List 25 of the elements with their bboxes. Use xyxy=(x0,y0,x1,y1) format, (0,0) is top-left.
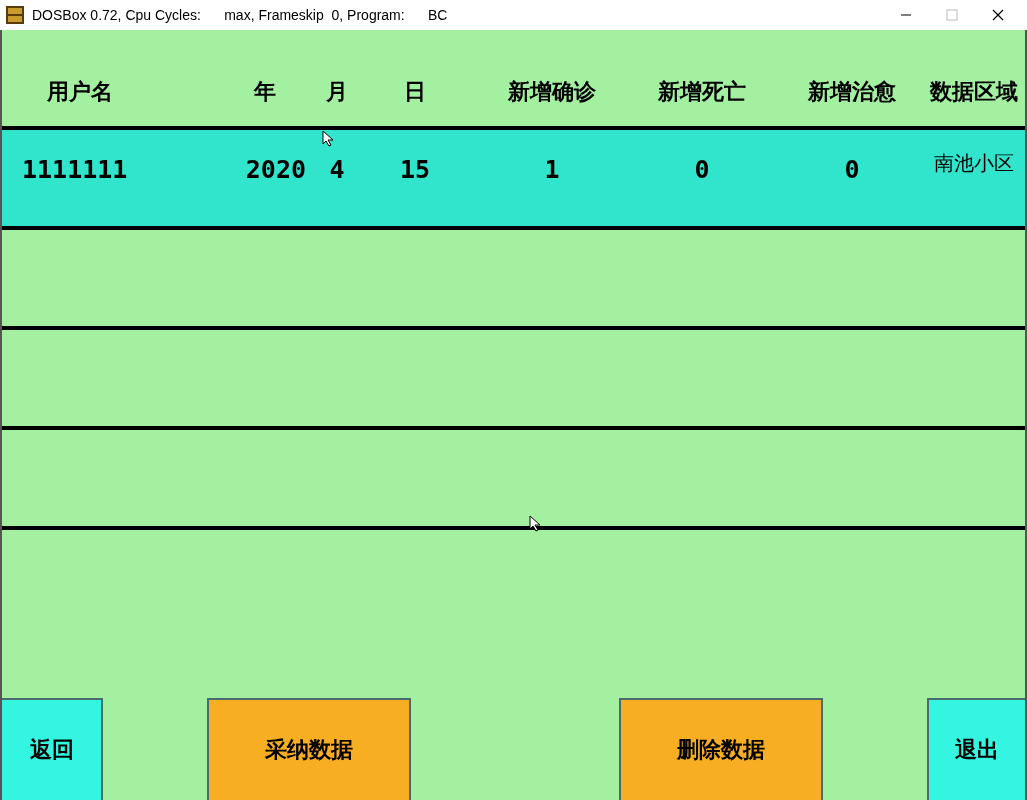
column-header: 新增死亡 xyxy=(658,78,746,106)
table-cell: 15 xyxy=(399,154,431,184)
action-button[interactable]: 采纳数据 xyxy=(207,698,411,800)
table-row[interactable]: 1111111 2020 4 15 1 0 0 南池小区 xyxy=(2,130,1025,230)
table-cell: 0 xyxy=(694,154,710,184)
column-header: 日 xyxy=(404,78,426,106)
table-cell: 1 xyxy=(544,154,560,184)
table-cell: 1111111 xyxy=(22,154,128,184)
table-cell: 4 xyxy=(329,154,345,184)
cursor-icon xyxy=(529,515,541,532)
column-header: 新增确诊 xyxy=(508,78,596,106)
app-icon xyxy=(6,6,24,24)
column-header: 用户名 xyxy=(47,78,113,106)
table-cell: 0 xyxy=(844,154,860,184)
column-header: 年 xyxy=(254,78,276,106)
column-header: 新增治愈 xyxy=(808,78,896,106)
column-header: 数据区域 xyxy=(929,78,1018,106)
close-icon[interactable] xyxy=(992,9,1004,21)
action-button[interactable]: 删除数据 xyxy=(619,698,823,800)
table-cell: 南池小区 xyxy=(933,149,1014,177)
action-button[interactable]: 退出 xyxy=(927,698,1025,800)
table-cell: 2020 xyxy=(245,154,306,184)
window-title: DOSBox 0.72, Cpu Cycles: max, Frameskip 0, Program: BC xyxy=(32,7,448,23)
action-button[interactable]: 返回 xyxy=(2,698,103,800)
column-header: 月 xyxy=(326,78,348,106)
